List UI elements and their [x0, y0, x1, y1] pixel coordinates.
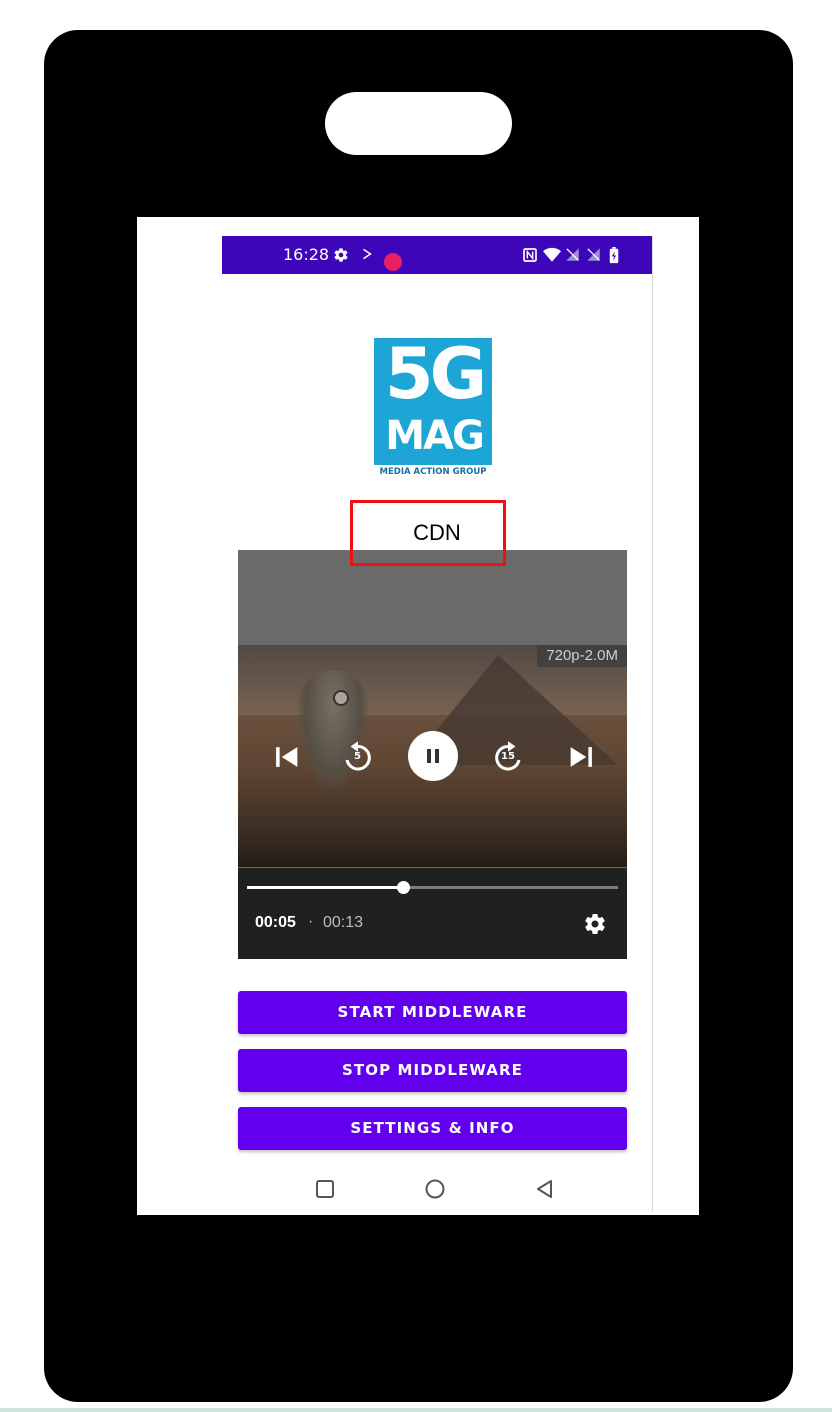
time-separator: ·: [308, 913, 314, 930]
pause-button[interactable]: [408, 731, 458, 781]
status-bar: 16:28: [222, 236, 652, 274]
logo-mag-text: MAG: [385, 413, 485, 459]
skip-previous-button[interactable]: [260, 731, 312, 783]
skip-next-button[interactable]: [556, 731, 608, 783]
record-icon: [384, 253, 402, 271]
wifi-icon: [543, 247, 561, 266]
stop-middleware-button[interactable]: STOP MIDDLEWARE: [238, 1049, 627, 1092]
player-settings-gear-icon[interactable]: [583, 912, 607, 936]
phone-notch: [325, 92, 512, 155]
replay-seconds: 5: [354, 751, 361, 762]
seek-bar-progress: [247, 886, 403, 889]
forward-seconds: 15: [501, 751, 515, 762]
no-signal-icon: [586, 247, 601, 265]
cast-icon: [360, 247, 374, 264]
nfc-icon: [522, 247, 538, 266]
skip-next-icon: [570, 747, 592, 767]
time-duration: 00:13: [323, 914, 364, 931]
5g-mag-logo: 5G MAG MEDIA ACTION GROUP: [374, 333, 492, 478]
cdn-highlight-box: [350, 500, 506, 566]
quality-badge: 720p-2.0M: [537, 645, 627, 667]
player-controls-bar: 00:05 · 00:13: [238, 868, 627, 959]
forward-button[interactable]: 15: [482, 731, 534, 783]
settings-info-button[interactable]: SETTINGS & INFO: [238, 1107, 627, 1150]
gear-icon: [333, 247, 349, 266]
bottom-strip: [0, 1408, 832, 1412]
logo-box: 5G MAG: [374, 333, 492, 465]
video-player[interactable]: 720p-2.0M 5 15 00:05 · 00:13: [238, 550, 627, 959]
back-triangle-icon[interactable]: [530, 1174, 560, 1204]
skip-previous-icon: [276, 747, 298, 767]
navigation-bar: [222, 1166, 652, 1212]
status-time: 16:28: [283, 245, 330, 264]
logo-tagline: MEDIA ACTION GROUP: [379, 467, 487, 477]
app-screen: 16:28 5G MAG MEDIA ACTION GROUP CDN 720p…: [222, 236, 653, 1212]
replay-button[interactable]: 5: [332, 731, 384, 783]
pause-icon: [427, 749, 439, 763]
recents-square-icon[interactable]: [310, 1174, 340, 1204]
battery-icon: [608, 247, 620, 267]
seek-bar[interactable]: [247, 881, 618, 894]
time-position: 00:05: [255, 914, 296, 931]
seek-bar-thumb[interactable]: [396, 881, 410, 894]
start-middleware-button[interactable]: START MIDDLEWARE: [238, 991, 627, 1034]
no-signal-icon: [565, 247, 580, 265]
logo-5g-text: 5G: [384, 333, 487, 415]
home-circle-icon[interactable]: [420, 1174, 450, 1204]
